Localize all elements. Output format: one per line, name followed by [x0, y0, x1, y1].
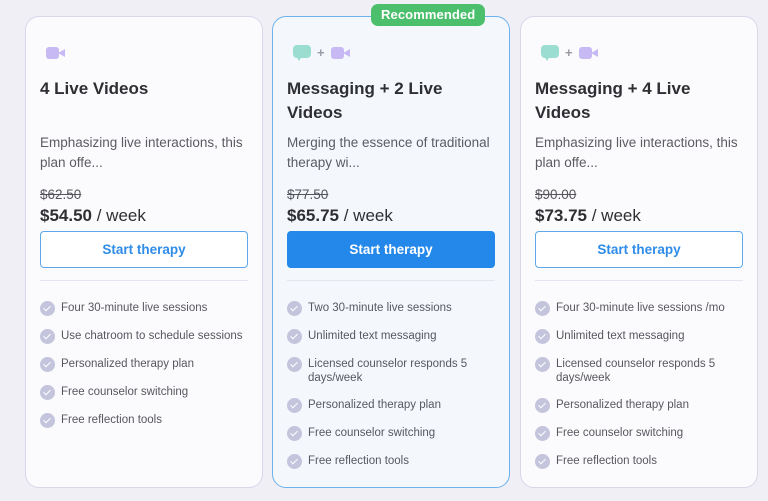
- feature-list: Four 30-minute live sessions /mo Unlimit…: [535, 301, 747, 482]
- divider: [287, 280, 495, 281]
- check-circle-icon: [535, 357, 550, 372]
- price-amount: $54.50: [40, 206, 92, 225]
- video-icon: [330, 46, 351, 60]
- start-therapy-button[interactable]: Start therapy: [287, 231, 495, 268]
- message-icon: [293, 45, 311, 61]
- plus-sign: +: [317, 45, 325, 60]
- feature-text: Free reflection tools: [556, 455, 657, 467]
- check-circle-icon: [287, 301, 302, 316]
- feature-list: Two 30-minute live sessions Unlimited te…: [287, 301, 499, 482]
- feature-text: Four 30-minute live sessions /mo: [556, 302, 725, 314]
- check-circle-icon: [287, 398, 302, 413]
- plan-description: Emphasizing live interactions, this plan…: [40, 135, 243, 170]
- feature-text: Personalized therapy plan: [556, 399, 689, 411]
- feature-item: Free reflection tools: [287, 454, 499, 469]
- plan-icons: [46, 45, 66, 61]
- feature-item: Free counselor switching: [40, 385, 252, 400]
- feature-item: Personalized therapy plan: [287, 398, 499, 413]
- price-period: / week: [339, 206, 393, 225]
- feature-item: Free reflection tools: [40, 413, 252, 428]
- current-price: $73.75 / week: [535, 206, 641, 226]
- original-price: $62.50: [40, 187, 82, 202]
- check-circle-icon: [535, 454, 550, 469]
- plan-icons: +: [541, 45, 599, 61]
- check-circle-icon: [40, 301, 55, 316]
- divider: [40, 280, 248, 281]
- feature-item: Unlimited text messaging: [287, 329, 499, 344]
- feature-item: Two 30-minute live sessions: [287, 301, 499, 316]
- check-circle-icon: [287, 329, 302, 344]
- feature-item: Free counselor switching: [535, 426, 747, 441]
- feature-text: Unlimited text messaging: [556, 330, 685, 342]
- check-circle-icon: [40, 357, 55, 372]
- plan-card-messaging-2-live-videos: Recommended + Messaging + 2 Live Videos …: [272, 4, 510, 488]
- feature-text: Free counselor switching: [61, 386, 189, 398]
- feature-text: Free reflection tools: [308, 455, 409, 467]
- feature-text: Personalized therapy plan: [308, 399, 441, 411]
- original-price: $90.00: [535, 187, 577, 202]
- plan-title: Messaging + 4 Live Videos: [535, 79, 691, 122]
- price-period: / week: [92, 206, 146, 225]
- feature-text: Four 30-minute live sessions: [61, 302, 208, 314]
- feature-text: Use chatroom to schedule sessions: [61, 330, 243, 342]
- price-period: / week: [587, 206, 641, 225]
- current-price: $54.50 / week: [40, 206, 146, 226]
- check-circle-icon: [40, 413, 55, 428]
- plan-title: 4 Live Videos: [40, 79, 149, 98]
- price-amount: $65.75: [287, 206, 339, 225]
- feature-text: Free counselor switching: [556, 427, 684, 439]
- message-icon: [541, 45, 559, 61]
- feature-item: Free reflection tools: [535, 454, 747, 469]
- check-circle-icon: [535, 398, 550, 413]
- start-therapy-button[interactable]: Start therapy: [40, 231, 248, 268]
- check-circle-icon: [287, 357, 302, 372]
- plan-card-messaging-4-live-videos: + Messaging + 4 Live Videos Emphasizing …: [520, 16, 758, 488]
- feature-item: Four 30-minute live sessions: [40, 301, 252, 316]
- feature-text: Personalized therapy plan: [61, 358, 194, 370]
- feature-text: Two 30-minute live sessions: [308, 302, 452, 314]
- check-circle-icon: [40, 385, 55, 400]
- start-therapy-button[interactable]: Start therapy: [535, 231, 743, 268]
- plan-icons: +: [293, 45, 351, 61]
- video-icon: [46, 46, 66, 60]
- plan-description: Emphasizing live interactions, this plan…: [535, 135, 738, 170]
- feature-item: Unlimited text messaging: [535, 329, 747, 344]
- feature-item: Free counselor switching: [287, 426, 499, 441]
- current-price: $65.75 / week: [287, 206, 393, 226]
- check-circle-icon: [535, 301, 550, 316]
- price-amount: $73.75: [535, 206, 587, 225]
- feature-text: Unlimited text messaging: [308, 330, 437, 342]
- feature-text: Licensed counselor responds 5 days/week: [308, 358, 468, 384]
- feature-item: Personalized therapy plan: [40, 357, 252, 372]
- feature-item: Licensed counselor responds 5 days/week: [287, 357, 499, 385]
- feature-item: Four 30-minute live sessions /mo: [535, 301, 747, 316]
- feature-item: Personalized therapy plan: [535, 398, 747, 413]
- recommended-badge: Recommended: [371, 4, 486, 26]
- plan-description: Merging the essence of traditional thera…: [287, 135, 490, 170]
- check-circle-icon: [287, 426, 302, 441]
- plus-sign: +: [565, 45, 573, 60]
- feature-text: Licensed counselor responds 5 days/week: [556, 358, 716, 384]
- divider: [535, 280, 743, 281]
- check-circle-icon: [287, 454, 302, 469]
- plan-title: Messaging + 2 Live Videos: [287, 79, 443, 122]
- feature-text: Free reflection tools: [61, 414, 162, 426]
- check-circle-icon: [535, 426, 550, 441]
- feature-item: Licensed counselor responds 5 days/week: [535, 357, 747, 385]
- feature-list: Four 30-minute live sessions Use chatroo…: [40, 301, 252, 441]
- original-price: $77.50: [287, 187, 329, 202]
- check-circle-icon: [40, 329, 55, 344]
- feature-text: Free counselor switching: [308, 427, 436, 439]
- plan-card-4-live-videos: 4 Live Videos Emphasizing live interacti…: [25, 16, 263, 488]
- check-circle-icon: [535, 329, 550, 344]
- feature-item: Use chatroom to schedule sessions: [40, 329, 252, 344]
- video-icon: [578, 46, 599, 60]
